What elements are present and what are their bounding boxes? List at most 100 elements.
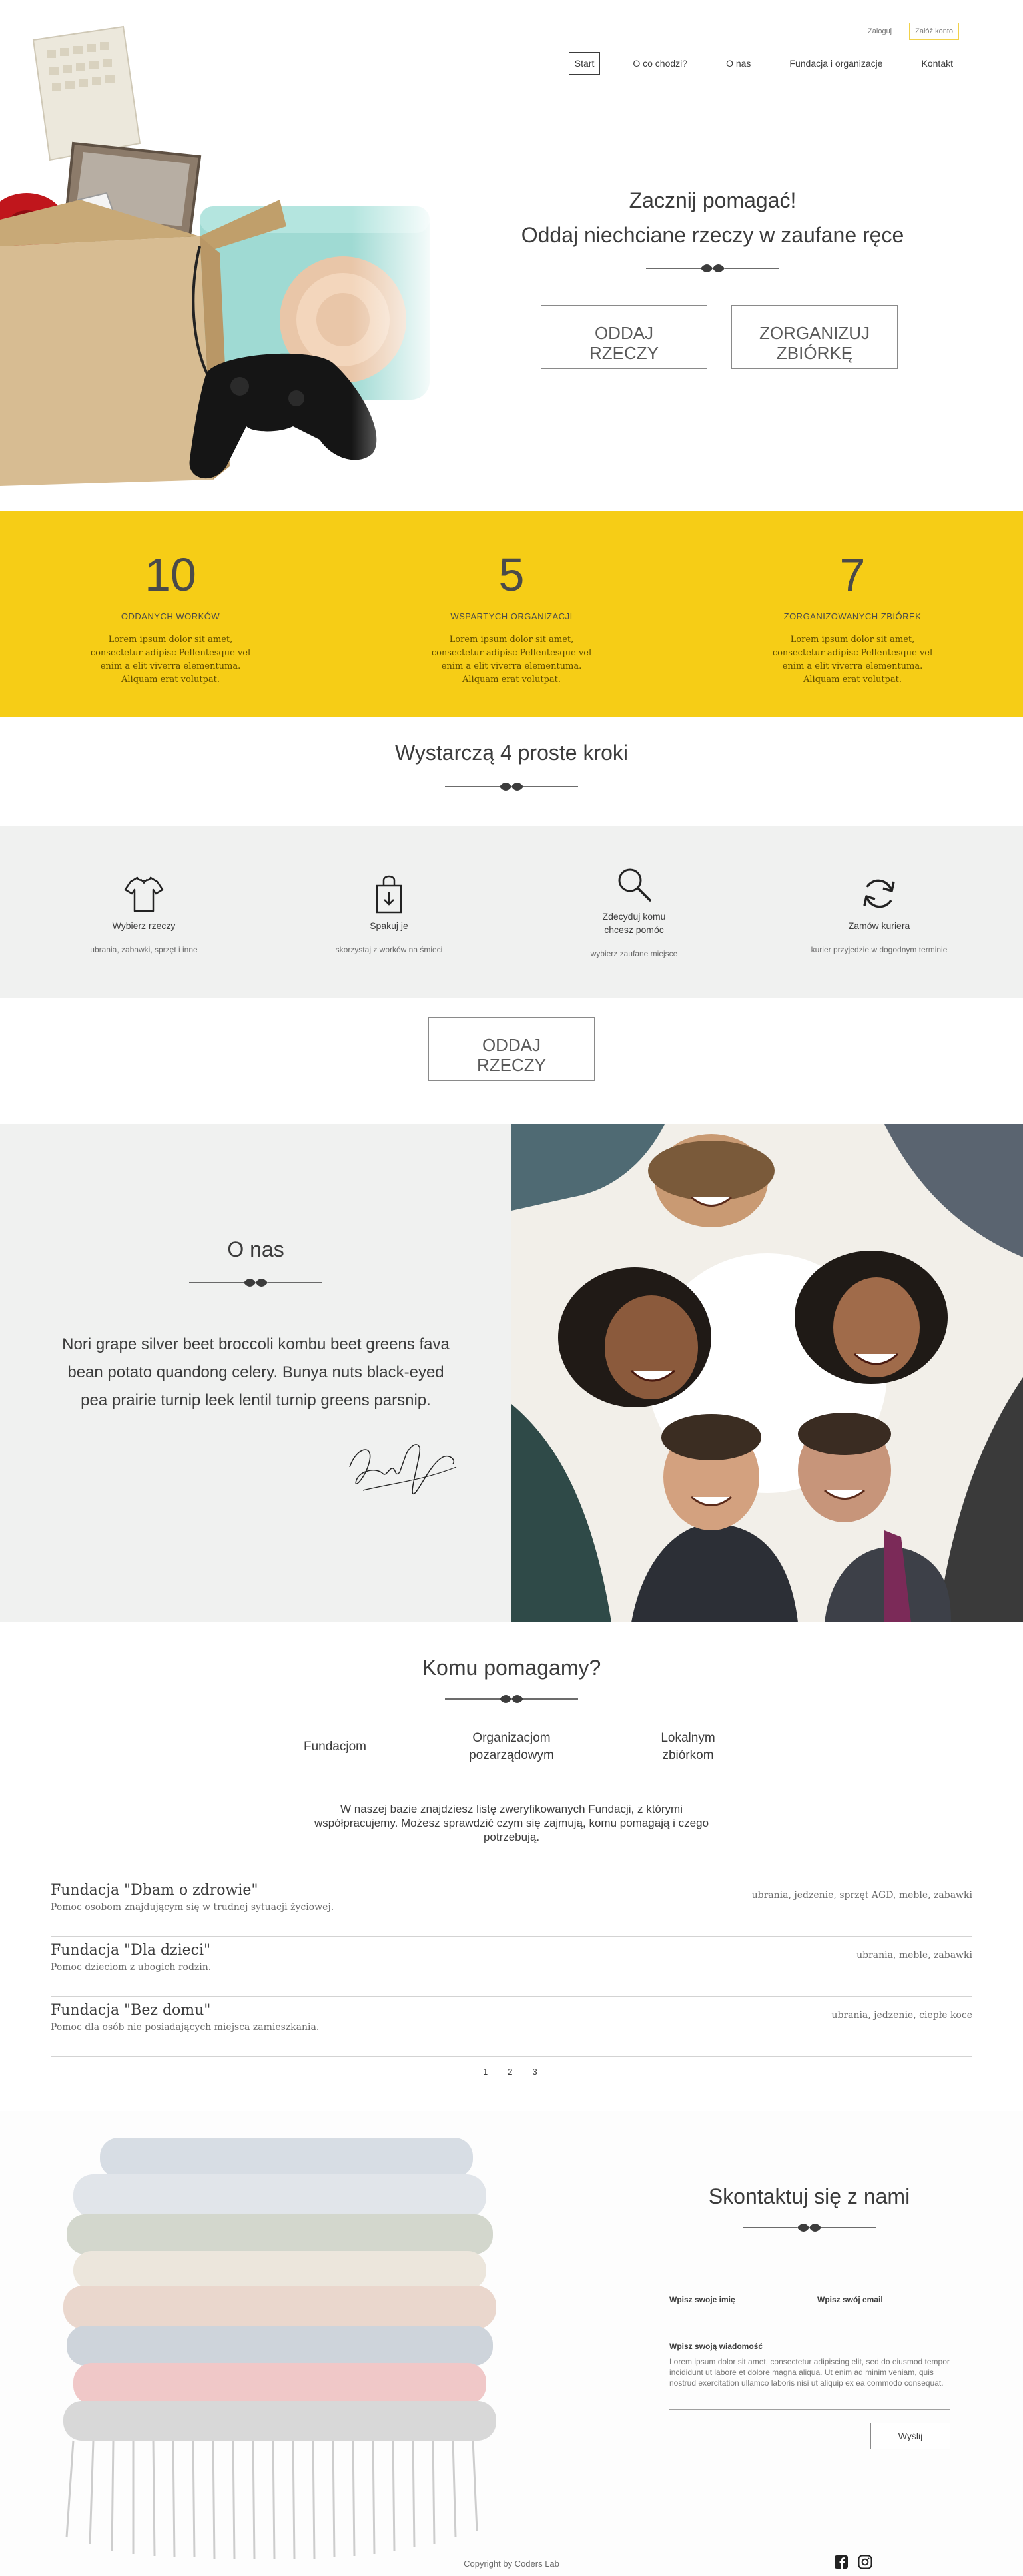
hero-title-line2: Oddaj niechciane rzeczy w zaufane ręce	[521, 223, 904, 247]
name-input[interactable]	[669, 2310, 803, 2324]
about-ornament	[0, 1276, 512, 1289]
ornament-divider-icon	[646, 264, 779, 272]
stat-organizations: 5 WSPARTYCH ORGANIZACJI Lorem ipsum dolo…	[412, 545, 611, 687]
help-title: Komu pomagamy?	[422, 1656, 601, 1680]
message-field-group: Wpisz swoją wiadomość	[669, 2342, 950, 2413]
step-description: wybierz zaufane miejsce	[590, 949, 678, 958]
hero-section: Zaloguj Załóż konto Start O co chodzi? O…	[0, 0, 1023, 511]
contact-title: Skontaktuj się z nami	[708, 2184, 910, 2208]
page-link-3[interactable]: 3	[529, 2065, 540, 2079]
list-item[interactable]: Fundacja "Dla dzieci" Pomoc dzieciom z u…	[51, 1937, 972, 1997]
ornament-divider-icon	[743, 2224, 876, 2232]
foundation-description: Pomoc dla osób nie posiadających miejsca…	[51, 2022, 320, 2033]
email-input[interactable]	[817, 2310, 950, 2324]
nav-item-contact[interactable]: Kontakt	[916, 52, 959, 75]
refresh-icon	[863, 879, 895, 908]
stat-number: 5	[498, 549, 525, 601]
hero-title-line1: Zacznij pomagać!	[629, 188, 797, 212]
foundation-name: Fundacja "Dla dzieci"	[51, 1942, 211, 1959]
page-link-1[interactable]: 1	[480, 2065, 491, 2079]
stat-bags: 10 ODDANYCH WORKÓW Lorem ipsum dolor sit…	[71, 545, 270, 687]
give-items-cta-button[interactable]: ODDAJ RZECZY	[428, 1017, 595, 1081]
pagination: 1 2 3	[480, 2065, 541, 2079]
step-pack-items: Spakuj je skorzystaj z worków na śmieci	[289, 872, 489, 954]
hero-buttons: ODDAJ RZECZY ZORGANIZUJ ZBIÓRKĘ	[541, 305, 898, 369]
ornament-divider-icon	[445, 783, 578, 791]
stat-description: Lorem ipsum dolor sit amet, consectetur …	[772, 635, 933, 685]
steps-section: Wybierz rzeczy ubrania, zabawki, sprzęt …	[0, 826, 1023, 998]
team-photo	[512, 1124, 1023, 1622]
step-description: skorzystaj z worków na śmieci	[335, 945, 443, 954]
help-intro-text: W naszej bazie znajdziesz listę zweryfik…	[314, 1803, 709, 1843]
stat-description: Lorem ipsum dolor sit amet, consectetur …	[431, 635, 592, 685]
nav-item-about-us[interactable]: O nas	[720, 52, 757, 75]
foundation-description: Pomoc dzieciom z ubogich rodzin.	[51, 1962, 212, 1973]
about-title: O nas	[227, 1237, 284, 1261]
foundation-needed-items: ubrania, jedzenie, sprzęt AGD, meble, za…	[751, 1890, 972, 1901]
tab-local-collections[interactable]: Lokalnym zbiórkom	[631, 1729, 745, 1765]
steps-heading: Wystarczą 4 proste kroki	[0, 741, 1023, 793]
help-heading: Komu pomagamy?	[0, 1656, 1023, 1706]
list-item[interactable]: Fundacja "Bez domu" Pomoc dla osób nie p…	[51, 1997, 972, 2057]
list-item[interactable]: Fundacja "Dbam o zdrowie" Pomoc osobom z…	[51, 1877, 972, 1937]
signature-icon	[349, 1444, 457, 1494]
foundation-description: Pomoc osobom znajdującym się w trudnej s…	[51, 1902, 334, 1913]
nav-item-foundations[interactable]: Fundacja i organizacje	[783, 52, 888, 75]
footer-social	[834, 2555, 872, 2569]
instagram-icon[interactable]	[858, 2555, 872, 2569]
tshirt-icon	[124, 876, 164, 912]
stats-section: 10 ODDANYCH WORKÓW Lorem ipsum dolor sit…	[0, 511, 1023, 717]
step-choose-items: Wybierz rzeczy ubrania, zabawki, sprzęt …	[44, 872, 244, 954]
foundation-name: Fundacja "Dbam o zdrowie"	[51, 1882, 258, 1899]
email-field-group: Wpisz swój email	[817, 2295, 950, 2324]
stat-label: ODDANYCH WORKÓW	[121, 611, 220, 621]
contact-section: Skontaktuj się z nami Wpisz swoje imię W…	[0, 2111, 1023, 2576]
register-link[interactable]: Załóż konto	[909, 23, 959, 40]
nav-item-about-idea[interactable]: O co chodzi?	[627, 52, 693, 75]
about-text: Nori grape silver beet broccoli kombu be…	[62, 1335, 450, 1409]
give-items-button[interactable]: ODDAJ RZECZY	[541, 305, 707, 369]
donated-items-illustration	[0, 0, 440, 511]
foundation-needed-items: ubrania, meble, zabawki	[856, 1950, 972, 1961]
ornament-divider-icon	[445, 1695, 578, 1703]
step-description: kurier przyjedzie w dogodnym terminie	[811, 945, 948, 954]
name-label: Wpisz swoje imię	[669, 2295, 735, 2304]
submit-button[interactable]: Wyślij	[870, 2423, 950, 2449]
foundation-name: Fundacja "Bez domu"	[51, 2002, 211, 2019]
name-field-group: Wpisz swoje imię	[669, 2295, 803, 2324]
auth-links: Zaloguj Załóż konto	[862, 23, 959, 40]
search-icon	[618, 868, 651, 902]
step-title: Zdecyduj komu chcesz pomóc	[602, 911, 666, 935]
login-link[interactable]: Zaloguj	[862, 23, 897, 39]
nav-item-start[interactable]: Start	[568, 52, 601, 75]
step-title: Wybierz rzeczy	[112, 920, 176, 931]
tab-ngo[interactable]: Organizacjom pozarządowym	[455, 1729, 568, 1765]
hero-heading: Zacznij pomagać! Oddaj niechciane rzeczy…	[513, 183, 912, 275]
stat-description: Lorem ipsum dolor sit amet, consectetur …	[90, 635, 251, 685]
contact-form: Wpisz swoje imię Wpisz swój email Wpisz …	[669, 2295, 950, 2449]
steps-title: Wystarczą 4 proste kroki	[394, 741, 629, 765]
message-textarea[interactable]	[669, 2356, 950, 2410]
message-label: Wpisz swoją wiadomość	[669, 2342, 763, 2351]
stat-label: WSPARTYCH ORGANIZACJI	[450, 611, 573, 621]
form-row: Wpisz swoje imię Wpisz swój email	[669, 2295, 950, 2324]
step-decide-recipient: Zdecyduj komu chcesz pomóc wybierz zaufa…	[534, 863, 734, 958]
stat-collections: 7 ZORGANIZOWANYCH ZBIÓREK Lorem ipsum do…	[753, 545, 952, 687]
about-panel: O nas Nori grape silver beet broccoli ko…	[0, 1124, 512, 1622]
stat-number: 10	[145, 549, 196, 601]
step-title: Spakuj je	[370, 920, 408, 931]
page-link-2[interactable]: 2	[504, 2065, 515, 2079]
main-nav: Start O co chodzi? O nas Fundacja i orga…	[568, 52, 959, 75]
stat-number: 7	[839, 549, 866, 601]
about-section: O nas Nori grape silver beet broccoli ko…	[0, 1124, 1023, 1622]
tab-foundations[interactable]: Fundacjom	[278, 1738, 392, 1756]
step-order-courier: Zamów kuriera kurier przyjedzie w dogodn…	[779, 872, 979, 954]
step-title: Zamów kuriera	[848, 920, 910, 931]
step-description: ubrania, zabawki, sprzęt i inne	[90, 945, 198, 954]
email-label: Wpisz swój email	[817, 2295, 883, 2304]
help-tabs: Fundacjom Organizacjom pozarządowym Loka…	[0, 1729, 1023, 1769]
foundations-list: Fundacja "Dbam o zdrowie" Pomoc osobom z…	[51, 1877, 972, 2057]
facebook-icon[interactable]	[834, 2555, 849, 2569]
organize-collection-button[interactable]: ZORGANIZUJ ZBIÓRKĘ	[731, 305, 898, 369]
contact-heading: Skontaktuj się z nami	[666, 2184, 952, 2234]
